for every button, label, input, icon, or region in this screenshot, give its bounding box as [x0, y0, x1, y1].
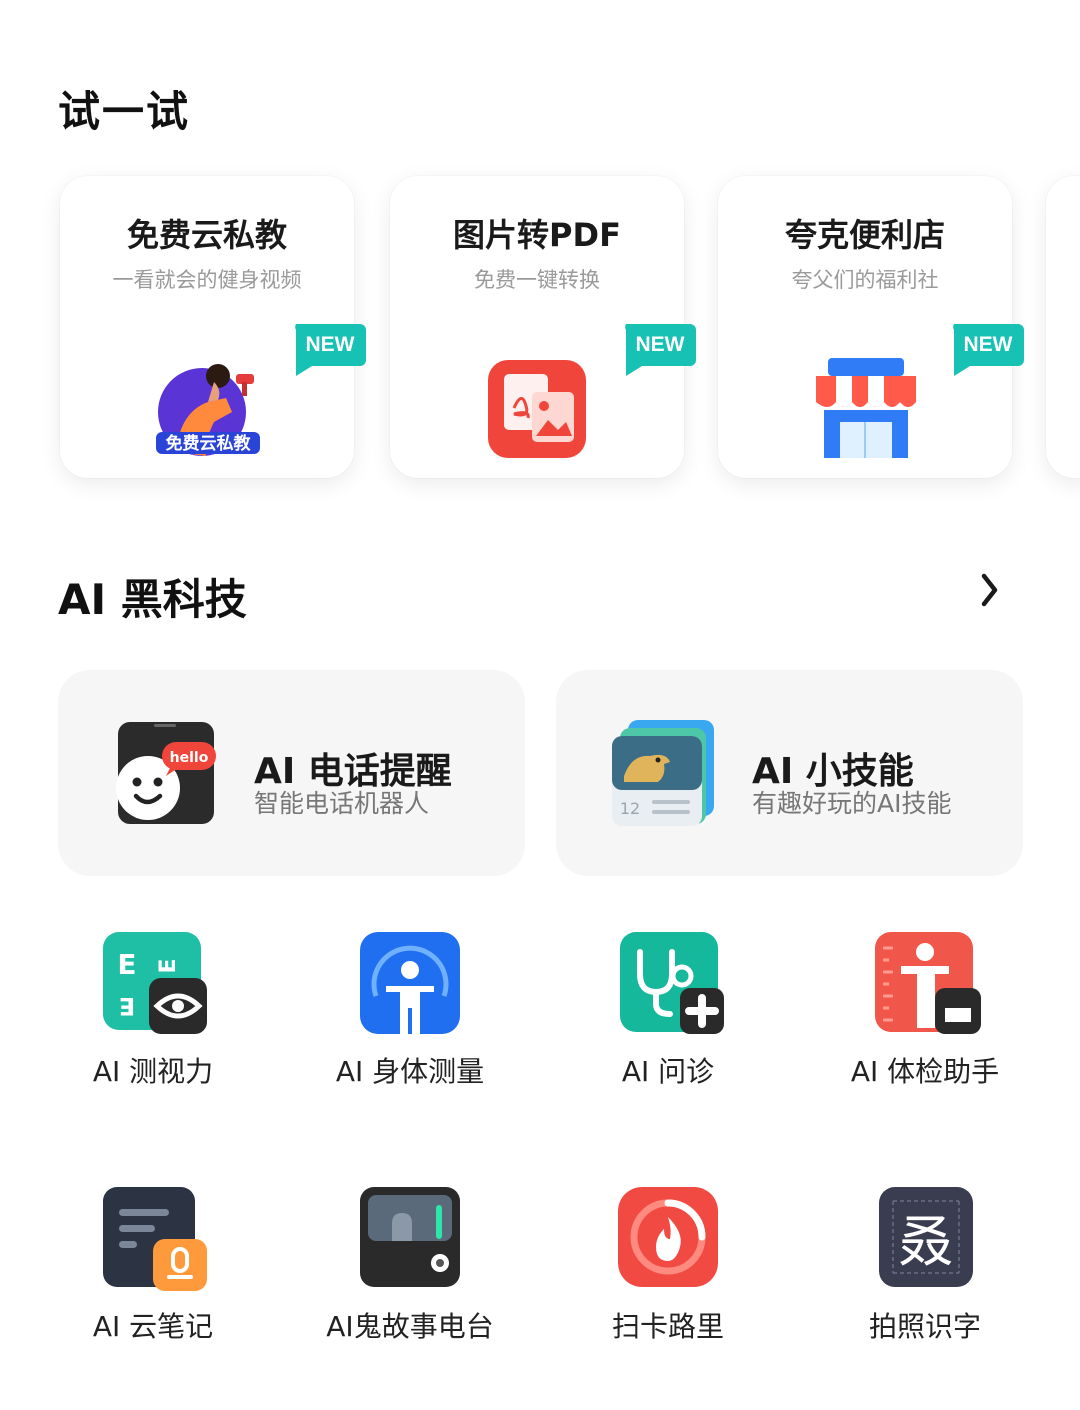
card-title: 夸克便利店 — [784, 216, 945, 254]
phone-robot-icon-text: hello — [170, 750, 209, 766]
new-badge-label: NEW — [964, 333, 1013, 356]
card-fitness[interactable]: 免费云私教 一看就会的健身视频 NEW 免费云私教 — [60, 176, 366, 478]
app-label: AI 云笔记 — [92, 1310, 214, 1343]
feature-subtitle: 智能电话机器人 — [254, 789, 430, 818]
app-label: AI 体检助手 — [850, 1055, 1000, 1088]
new-badge-label: NEW — [306, 333, 355, 356]
card-title: 图片转PDF — [453, 216, 621, 254]
cloud-notes-icon — [103, 1187, 207, 1291]
svg-text:E: E — [156, 958, 181, 973]
app-ai-cloud-notes[interactable]: AI 云笔记 — [38, 1185, 268, 1365]
app-ai-ghost-radio[interactable]: AI鬼故事电台 — [295, 1185, 525, 1365]
feature-subtitle: 有趣好玩的AI技能 — [752, 789, 952, 818]
app-label: AI 身体测量 — [335, 1055, 485, 1088]
app-scan-calorie[interactable]: 扫卡路里 — [553, 1185, 783, 1365]
feature-ai-phone-reminder[interactable]: hello AI 电话提醒 智能电话机器人 — [58, 670, 525, 876]
fitness-trainer-icon: 免费云私教 — [156, 364, 260, 456]
section-title-try: 试一试 — [58, 87, 191, 136]
app-label: 拍照识字 — [868, 1310, 981, 1343]
health-check-icon — [875, 932, 981, 1034]
body-measure-icon — [360, 932, 460, 1034]
feature-ai-skills[interactable]: 12 AI 小技能 有趣好玩的AI技能 — [556, 670, 1023, 876]
new-badge: NEW — [295, 324, 366, 376]
stethoscope-icon — [620, 932, 724, 1034]
svg-text:E: E — [117, 948, 136, 981]
chevron-right-icon — [981, 573, 998, 607]
calorie-flame-icon — [618, 1187, 718, 1287]
image-to-pdf-icon — [488, 360, 586, 458]
clipped-nav-strip — [0, 0, 1080, 6]
fitness-icon-text: 免费云私教 — [166, 433, 252, 454]
app-ai-body-measure[interactable]: AI 身体测量 — [295, 930, 525, 1110]
ghost-radio-icon — [360, 1187, 460, 1287]
app-label: AI鬼故事电台 — [326, 1310, 494, 1343]
card-subtitle: 一看就会的健身视频 — [112, 268, 302, 292]
ai-skills-stack-icon: 12 — [612, 720, 714, 826]
store-front-icon — [816, 358, 916, 458]
card-next-peek[interactable] — [1046, 176, 1080, 478]
card-subtitle: 免费一键转换 — [474, 268, 600, 292]
new-badge: NEW — [953, 324, 1024, 376]
card-title: 免费云私教 — [126, 216, 287, 254]
card-quark-store[interactable]: 夸克便利店 夸父们的福利社 NEW — [718, 176, 1024, 478]
svg-text:E: E — [119, 992, 135, 1020]
app-ai-eye-test[interactable]: E E E AI 测视力 — [38, 930, 268, 1110]
app-label: AI 测视力 — [92, 1055, 214, 1088]
new-badge-label: NEW — [636, 333, 685, 356]
app-ai-consult[interactable]: AI 问诊 — [553, 930, 783, 1110]
app-ai-health-check[interactable]: AI 体检助手 — [810, 930, 1040, 1110]
photo-ocr-icon: 叒 — [879, 1187, 973, 1287]
app-photo-ocr[interactable]: 叒 拍照识字 — [810, 1185, 1040, 1365]
card-subtitle: 夸父们的福利社 — [791, 268, 939, 292]
eye-test-icon: E E E — [103, 932, 207, 1034]
card-image-to-pdf[interactable]: 图片转PDF 免费一键转换 NEW — [390, 176, 696, 478]
app-label: AI 问诊 — [621, 1055, 715, 1088]
phone-robot-icon: hello — [116, 722, 216, 824]
app-label: 扫卡路里 — [611, 1310, 724, 1343]
skills-icon-number: 12 — [620, 799, 640, 818]
section-title-ai: AI 黑科技 — [58, 575, 247, 624]
new-badge: NEW — [625, 324, 696, 376]
more-button[interactable] — [972, 566, 1008, 614]
ocr-icon-char: 叒 — [898, 1210, 954, 1275]
